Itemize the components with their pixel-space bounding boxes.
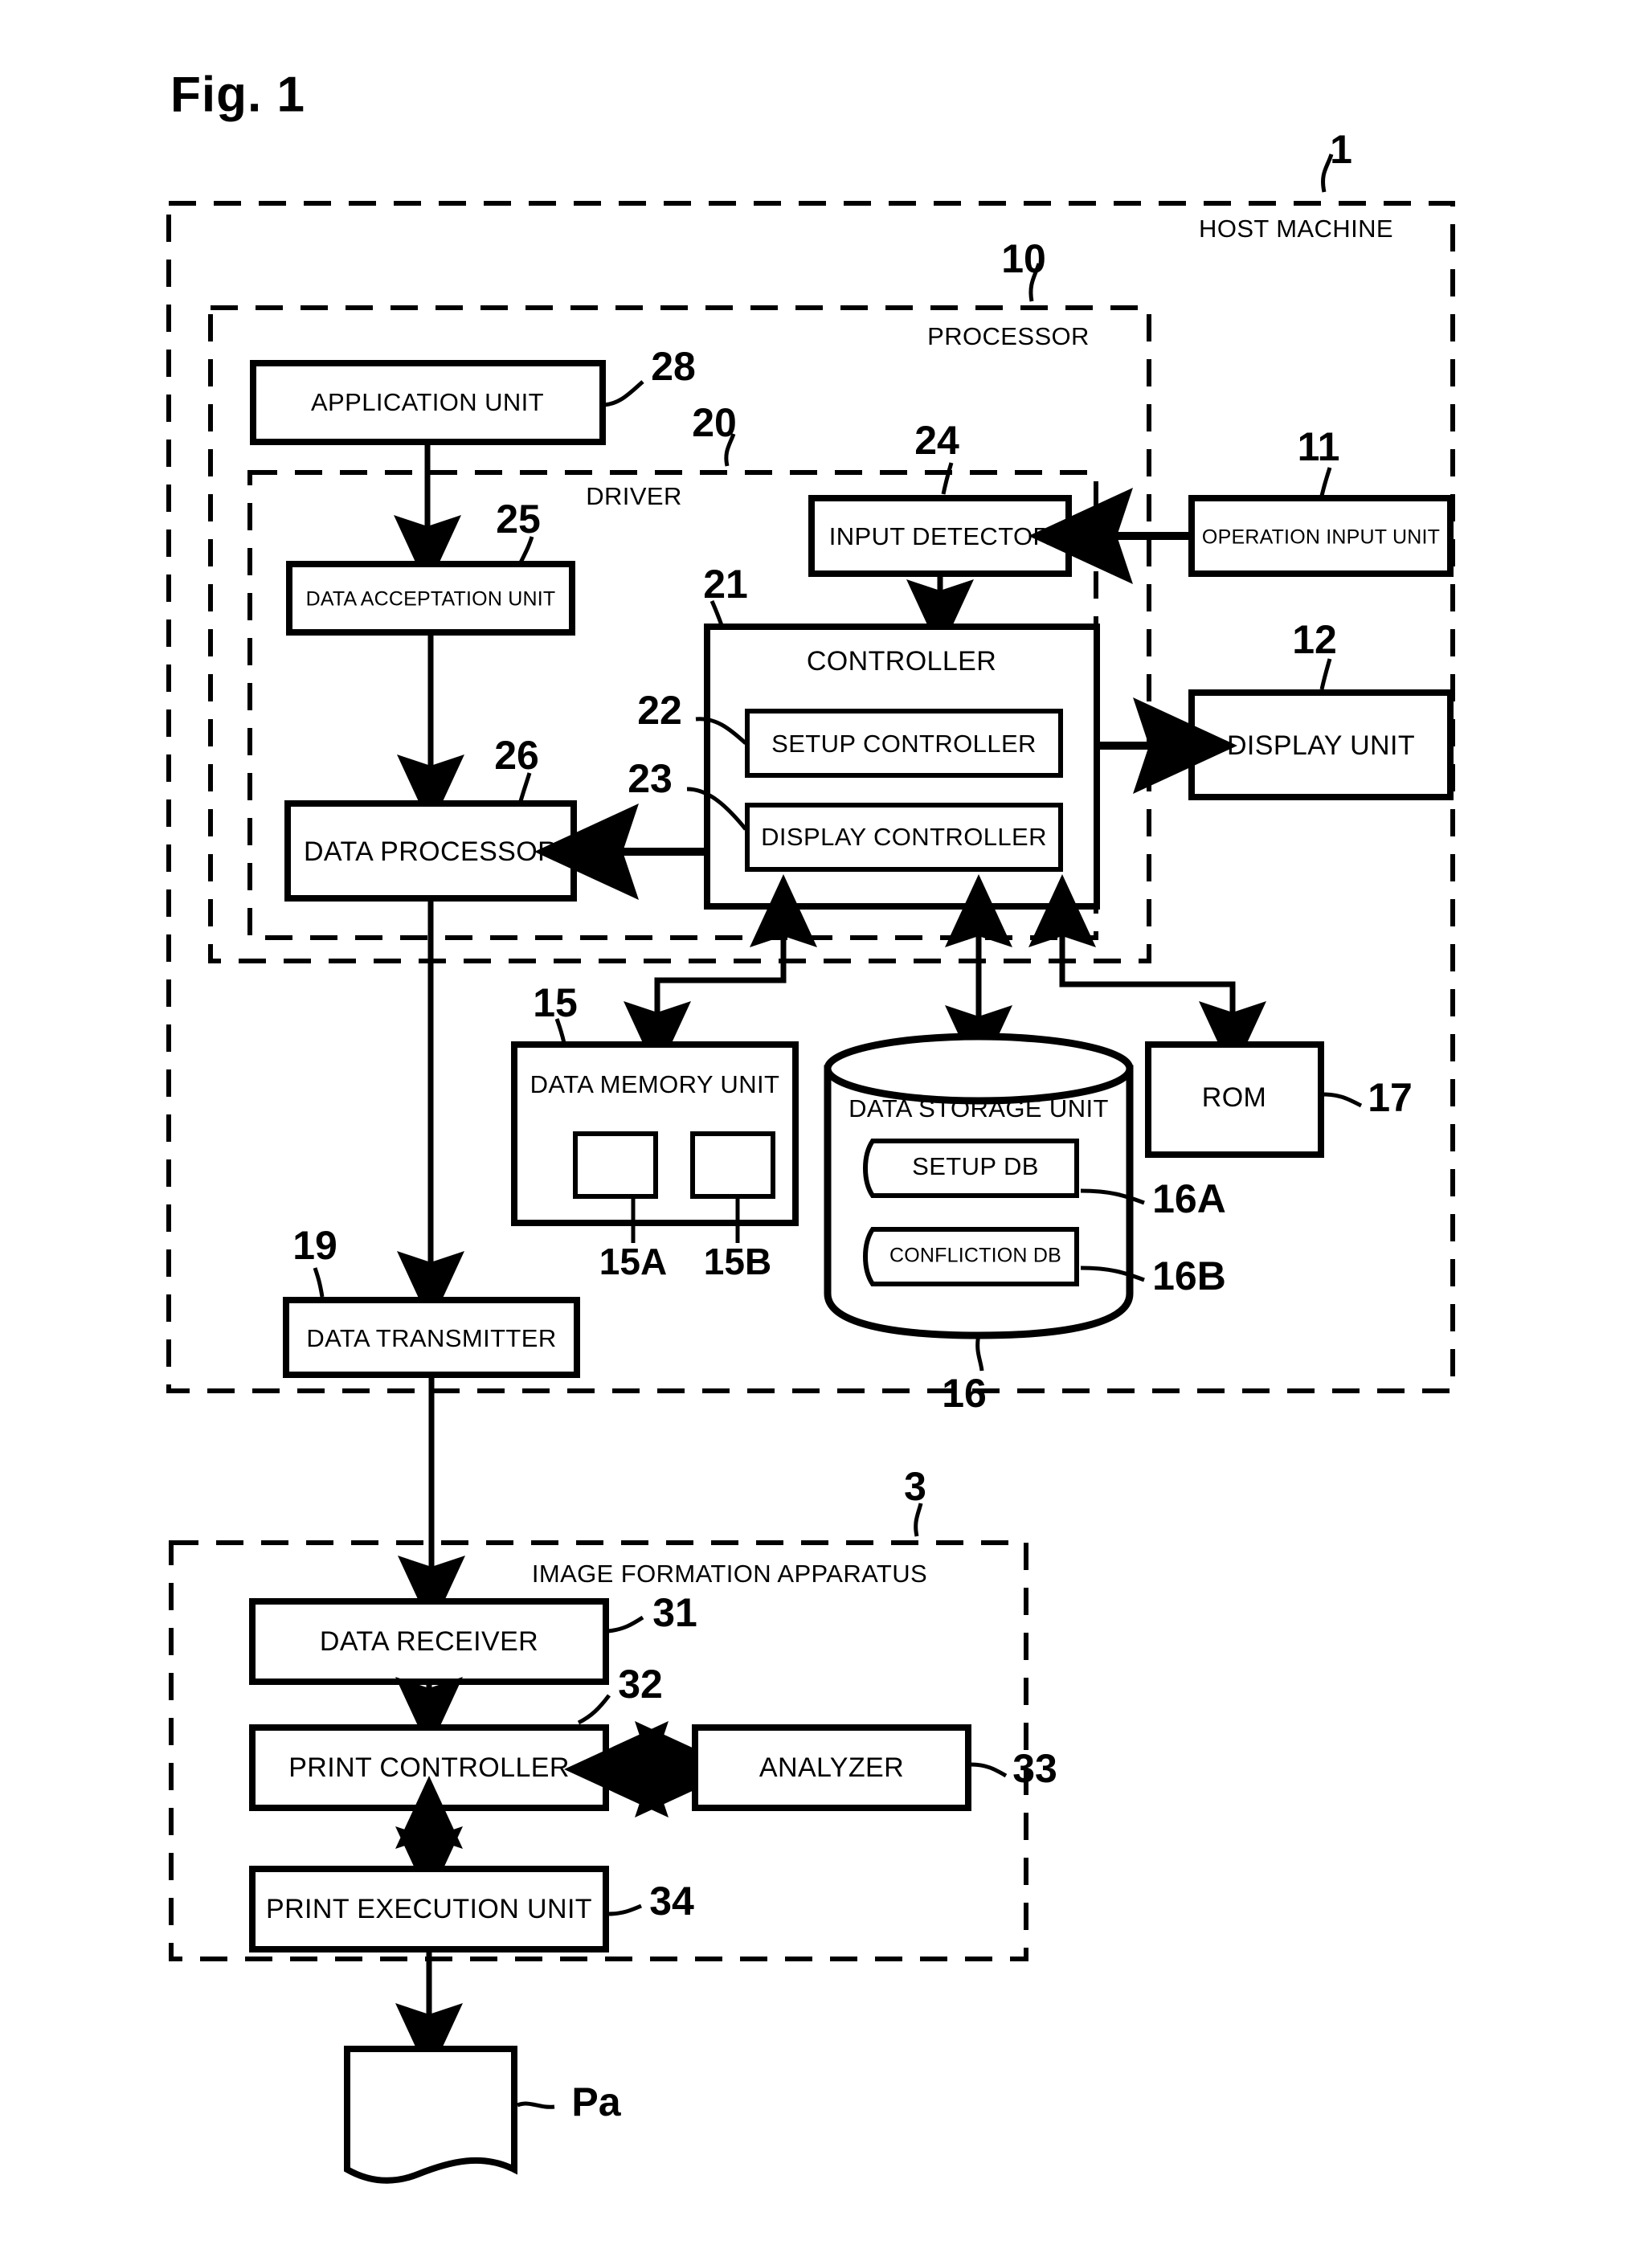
data-storage-unit-label: DATA STORAGE UNIT xyxy=(848,1094,1109,1122)
print-controller-label: PRINT CONTROLLER xyxy=(288,1752,570,1783)
display-controller-label: DISPLAY CONTROLLER xyxy=(761,823,1047,851)
memory-slot-a-box[interactable] xyxy=(573,1131,658,1199)
print-execution-unit-label: PRINT EXECUTION UNIT xyxy=(266,1894,592,1924)
diagram-canvas: Fig. 1 HOST MACHINE 1 PROCESSOR 10 DRIVE… xyxy=(166,67,1455,2184)
controller-ref: 21 xyxy=(703,562,748,607)
patent-figure: Fig. 1 HOST MACHINE 1 PROCESSOR 10 DRIVE… xyxy=(0,0,1652,2253)
rom-leader xyxy=(1323,1092,1363,1108)
application-unit-leader xyxy=(603,380,644,407)
processor-label: PROCESSOR xyxy=(927,322,1090,350)
processor-ref: 10 xyxy=(1001,236,1046,281)
confliction-db-label: CONFLICTION DB xyxy=(889,1245,1061,1267)
host-machine-ref: 1 xyxy=(1330,127,1352,172)
input-detector-ref: 24 xyxy=(914,418,959,463)
application-unit-label: APPLICATION UNIT xyxy=(311,388,544,416)
paper-leader xyxy=(517,2101,555,2109)
display-unit-label: DISPLAY UNIT xyxy=(1227,730,1415,761)
operation-input-unit-leader xyxy=(1319,467,1332,497)
host-machine-label: HOST MACHINE xyxy=(1199,215,1393,243)
print-execution-unit-leader xyxy=(607,1903,642,1916)
analyzer-label: ANALYZER xyxy=(759,1752,904,1783)
print-execution-unit-ref: 34 xyxy=(649,1879,694,1924)
display-unit-leader xyxy=(1319,658,1332,690)
memory-slot-b-box[interactable] xyxy=(690,1131,775,1199)
rom-ref: 17 xyxy=(1368,1075,1413,1120)
driver-ref: 20 xyxy=(692,400,737,445)
data-memory-unit-label: DATA MEMORY UNIT xyxy=(530,1070,780,1098)
display-unit-ref: 12 xyxy=(1292,617,1337,662)
data-acceptation-unit-label: DATA ACCEPTATION UNIT xyxy=(306,588,556,611)
data-receiver-leader xyxy=(607,1615,644,1634)
data-storage-unit-cap xyxy=(824,1032,1134,1105)
setup-db-ref: 16A xyxy=(1152,1176,1226,1221)
analyzer-ref: 33 xyxy=(1012,1746,1057,1791)
data-transmitter-leader xyxy=(313,1267,325,1298)
image-formation-apparatus-label: IMAGE FORMATION APPARATUS xyxy=(532,1560,927,1588)
setup-controller-ref: 22 xyxy=(637,688,682,733)
data-receiver-ref: 31 xyxy=(652,1590,697,1635)
arrow-controller-rom xyxy=(1028,874,1266,1074)
paper-ref: Pa xyxy=(571,2079,621,2124)
memory-slot-b-ref: 15B xyxy=(704,1241,771,1282)
operation-input-unit-label: OPERATION INPUT UNIT xyxy=(1202,526,1440,549)
driver-label: DRIVER xyxy=(586,482,682,510)
setup-db-label: SETUP DB xyxy=(912,1152,1039,1180)
image-formation-apparatus-ref: 3 xyxy=(904,1464,926,1509)
data-storage-unit-ref: 16 xyxy=(942,1371,987,1416)
memory-slot-a-ref: 15A xyxy=(599,1241,667,1282)
data-processor-ref: 26 xyxy=(494,733,539,778)
data-processor-label: DATA PROCESSOR xyxy=(304,836,558,867)
figure-title: Fig. 1 xyxy=(170,67,305,122)
print-controller-ref: 32 xyxy=(618,1662,663,1707)
operation-input-unit-ref: 11 xyxy=(1298,424,1340,469)
display-controller-ref: 23 xyxy=(628,756,673,801)
controller-label: CONTROLLER xyxy=(807,646,996,677)
data-acceptation-unit-ref: 25 xyxy=(496,497,541,542)
data-storage-unit-leader xyxy=(975,1333,984,1372)
paper-sheet xyxy=(344,2046,517,2184)
data-transmitter-label: DATA TRANSMITTER xyxy=(306,1324,556,1352)
print-controller-leader xyxy=(577,1694,611,1725)
rom-label: ROM xyxy=(1202,1082,1267,1113)
data-memory-unit-ref: 15 xyxy=(533,980,578,1025)
confliction-db-ref: 16B xyxy=(1152,1253,1226,1298)
arrow-controller-memory-unit xyxy=(624,874,817,1074)
input-detector-label: INPUT DETECTOR xyxy=(829,522,1052,550)
input-detector-leader xyxy=(941,462,954,495)
data-transmitter-ref: 19 xyxy=(292,1223,337,1268)
setup-controller-label: SETUP CONTROLLER xyxy=(771,730,1037,758)
analyzer-leader xyxy=(970,1762,1008,1778)
data-receiver-label: DATA RECEIVER xyxy=(320,1626,538,1657)
application-unit-ref: 28 xyxy=(651,344,696,389)
